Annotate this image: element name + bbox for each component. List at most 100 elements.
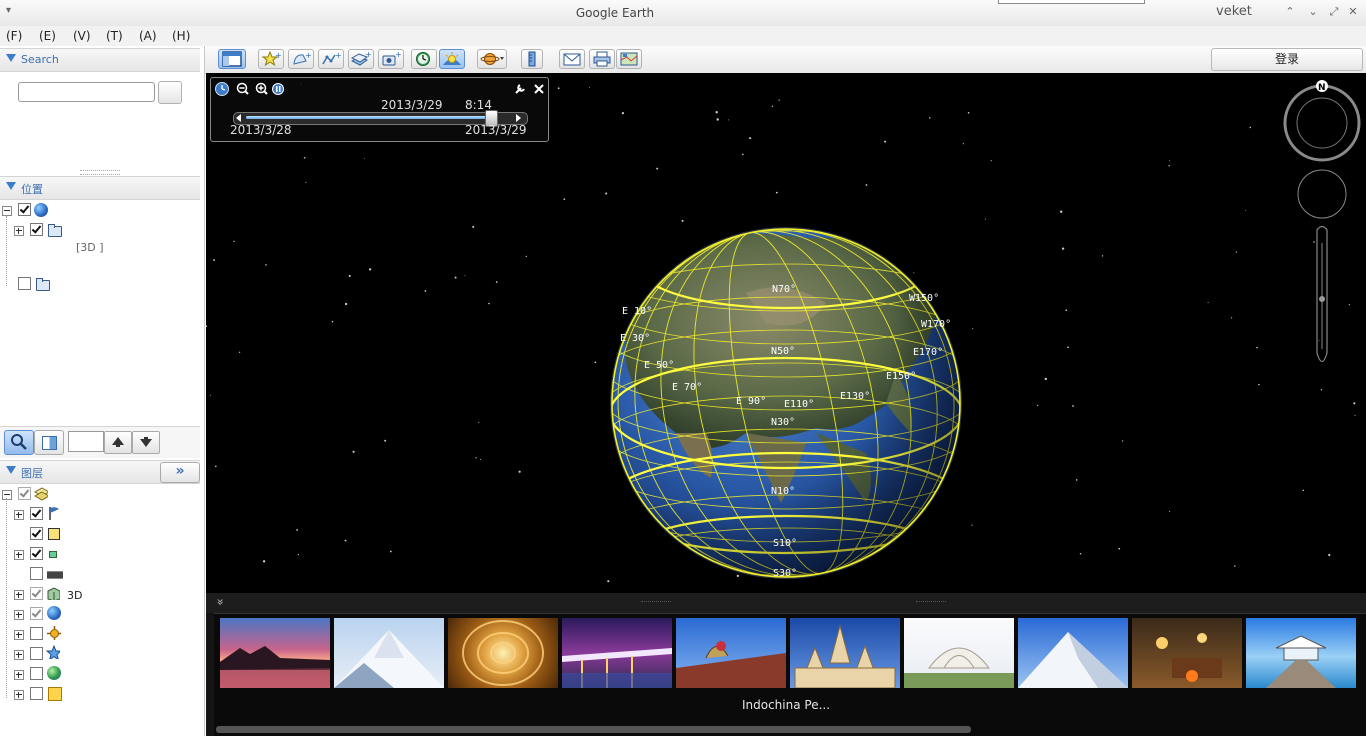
toggle-panel-button[interactable] bbox=[34, 430, 64, 455]
menu-help[interactable]: (H) bbox=[172, 29, 190, 43]
splitter-grip[interactable] bbox=[641, 601, 671, 605]
places-filter-input[interactable] bbox=[68, 431, 104, 452]
sunlight-button[interactable] bbox=[439, 49, 465, 69]
step-forward-icon[interactable] bbox=[516, 114, 521, 122]
borders-labels-checkbox[interactable] bbox=[30, 507, 43, 520]
time-slider-panel: 2013/3/29 8:14 2013/3/28 2013/3/29 bbox=[210, 77, 549, 142]
navigation-controls[interactable]: N bbox=[1283, 80, 1361, 363]
expand-toggle-icon[interactable] bbox=[14, 550, 24, 560]
more-layer-checkbox[interactable] bbox=[30, 687, 43, 700]
zoom-thumb[interactable] bbox=[1319, 296, 1325, 302]
switch-planet-button[interactable] bbox=[477, 49, 507, 69]
temporary-places-checkbox[interactable] bbox=[18, 277, 31, 290]
places-layer-checkbox[interactable] bbox=[30, 527, 43, 540]
expand-toggle-icon[interactable] bbox=[14, 630, 24, 640]
look-joystick[interactable] bbox=[1296, 97, 1348, 149]
places-sub-label: [3D ] bbox=[76, 241, 104, 254]
tour-thumbnail[interactable] bbox=[790, 618, 900, 688]
add-path-button[interactable]: + bbox=[318, 49, 344, 69]
expand-toggle-icon[interactable] bbox=[14, 650, 24, 660]
star bbox=[1231, 317, 1233, 319]
layers-expand-button[interactable]: » bbox=[160, 462, 200, 483]
photos-layer-checkbox[interactable] bbox=[30, 547, 43, 560]
restore-button[interactable]: ⌄ bbox=[1306, 5, 1320, 18]
expand-toggle-icon[interactable] bbox=[14, 510, 24, 520]
expand-toggle-icon[interactable] bbox=[14, 670, 24, 680]
menu-view[interactable]: (V) bbox=[73, 29, 91, 43]
search-button[interactable] bbox=[158, 81, 182, 104]
tour-thumbnail[interactable] bbox=[676, 618, 786, 688]
ocean-layer-checkbox[interactable] bbox=[30, 607, 43, 620]
move-down-button[interactable] bbox=[132, 431, 160, 454]
splitter-grip[interactable] bbox=[916, 601, 946, 605]
maximize-button[interactable]: ⤢ bbox=[1327, 5, 1341, 19]
menu-tools[interactable]: (T) bbox=[106, 29, 123, 43]
star bbox=[1258, 383, 1260, 386]
star bbox=[884, 140, 887, 143]
3d-buildings-checkbox[interactable] bbox=[30, 587, 43, 600]
expand-toggle-icon[interactable] bbox=[14, 226, 24, 236]
globe-scene[interactable]: N70° N50° N30° N10° S10° S30° E 90° E110… bbox=[206, 73, 1366, 593]
star bbox=[478, 421, 480, 423]
search-input[interactable] bbox=[18, 82, 155, 102]
add-overlay-button[interactable]: + bbox=[348, 49, 374, 69]
search-places-button[interactable] bbox=[4, 430, 34, 455]
star bbox=[262, 560, 266, 563]
my-places-checkbox[interactable] bbox=[30, 223, 43, 236]
search-section-header[interactable]: Search bbox=[0, 48, 200, 72]
time-track-fill bbox=[246, 116, 487, 119]
tour-thumbnail[interactable] bbox=[334, 618, 444, 688]
collapse-tours-icon[interactable]: » bbox=[214, 598, 228, 605]
global-awareness-checkbox[interactable] bbox=[30, 667, 43, 680]
grid-label: N30° bbox=[771, 417, 795, 428]
compass-ring[interactable] bbox=[1283, 84, 1361, 162]
menu-add[interactable]: (A) bbox=[139, 29, 157, 43]
collapse-toggle-icon[interactable] bbox=[2, 206, 12, 216]
wrench-icon[interactable] bbox=[514, 83, 526, 95]
tour-thumbnail[interactable] bbox=[1018, 618, 1128, 688]
login-button[interactable]: 登录 bbox=[1211, 48, 1363, 71]
tour-thumbnail[interactable] bbox=[904, 618, 1014, 688]
email-button[interactable] bbox=[559, 49, 585, 69]
grid-label: S10° bbox=[773, 538, 797, 549]
overlay-box bbox=[998, 0, 1145, 4]
historical-imagery-button[interactable] bbox=[411, 49, 437, 69]
star bbox=[727, 119, 729, 121]
places-section-header[interactable]: 位置 bbox=[0, 176, 200, 200]
tour-thumbnail[interactable] bbox=[1132, 618, 1242, 688]
ruler-button[interactable] bbox=[521, 49, 543, 69]
print-button[interactable] bbox=[589, 49, 615, 69]
view-in-maps-button[interactable] bbox=[616, 49, 642, 69]
tour-thumbnail[interactable] bbox=[1246, 618, 1356, 688]
tour-thumbnail[interactable] bbox=[448, 618, 558, 688]
tour-thumbnail[interactable] bbox=[220, 618, 330, 688]
menu-edit[interactable]: (E) bbox=[39, 29, 56, 43]
move-joystick[interactable] bbox=[1297, 169, 1347, 219]
earth-3d-view[interactable]: N70° N50° N30° N10° S10° S30° E 90° E110… bbox=[206, 73, 1366, 593]
tour-scrollbar[interactable] bbox=[216, 726, 971, 733]
roads-layer-checkbox[interactable] bbox=[30, 567, 43, 580]
menu-file[interactable]: (F) bbox=[6, 29, 22, 43]
expand-toggle-icon[interactable] bbox=[14, 610, 24, 620]
add-placemark-button[interactable]: + bbox=[258, 49, 284, 69]
star bbox=[749, 137, 752, 140]
planet-icon bbox=[480, 53, 504, 65]
step-back-icon[interactable] bbox=[236, 114, 241, 122]
weather-layer-checkbox[interactable] bbox=[30, 627, 43, 640]
add-polygon-button[interactable]: + bbox=[288, 49, 314, 69]
tour-strip-header[interactable]: » bbox=[206, 593, 1366, 614]
move-up-button[interactable] bbox=[104, 431, 132, 454]
tour-thumbnail-image bbox=[562, 648, 672, 688]
record-tour-button[interactable]: + bbox=[378, 49, 404, 69]
primary-database-checkbox[interactable] bbox=[18, 487, 31, 500]
tour-thumbnail[interactable] bbox=[562, 618, 672, 688]
places-root-checkbox[interactable] bbox=[18, 203, 31, 216]
close-icon[interactable] bbox=[533, 83, 545, 95]
expand-toggle-icon[interactable] bbox=[14, 690, 24, 700]
gallery-layer-checkbox[interactable] bbox=[30, 647, 43, 660]
sidebar-toggle-button[interactable] bbox=[218, 49, 246, 69]
close-button[interactable]: ✕ bbox=[1346, 5, 1360, 18]
splitter-grip[interactable] bbox=[80, 170, 120, 175]
minimize-button[interactable]: ⌃ bbox=[1283, 5, 1297, 18]
expand-toggle-icon[interactable] bbox=[14, 590, 24, 600]
